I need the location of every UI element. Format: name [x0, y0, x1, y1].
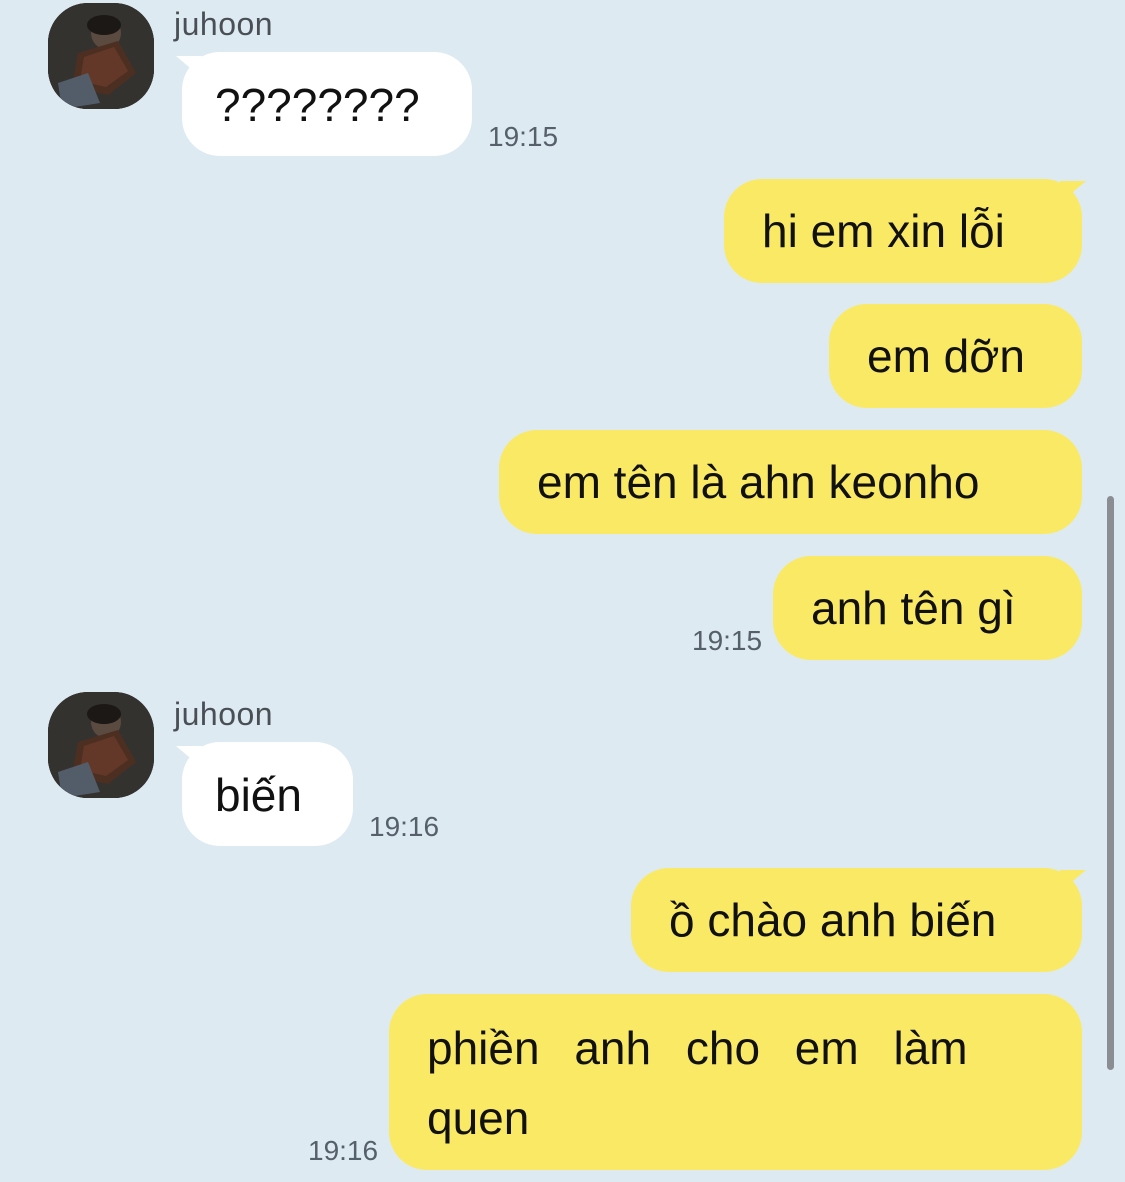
message-timestamp: 19:16: [308, 1135, 379, 1166]
avatar[interactable]: [48, 3, 154, 109]
outgoing-message-bubble[interactable]: em tên là ahn keonho: [499, 430, 1082, 534]
message-text-line: phiền anh cho em làm: [427, 1022, 968, 1074]
avatar-photo: [48, 3, 154, 109]
outgoing-message-bubble[interactable]: ồ chào anh biến: [631, 868, 1082, 972]
avatar[interactable]: [48, 692, 154, 798]
outgoing-message-bubble[interactable]: em dỡn: [829, 304, 1082, 408]
sender-name: juhoon: [174, 6, 274, 42]
message-timestamp: 19:16: [369, 811, 440, 842]
sender-name: juhoon: [174, 696, 274, 732]
message-timestamp: 19:15: [488, 121, 559, 152]
outgoing-message-bubble[interactable]: anh tên gì: [773, 556, 1082, 660]
avatar-photo: [48, 692, 154, 798]
incoming-message-bubble[interactable]: biến: [182, 742, 353, 846]
incoming-message-bubble[interactable]: ????????: [182, 52, 472, 156]
message-timestamp: 19:15: [692, 625, 763, 656]
outgoing-message-bubble[interactable]: hi em xin lỗi: [724, 179, 1082, 283]
message-text-line: quen: [427, 1092, 530, 1144]
outgoing-message-bubble[interactable]: phiền anh cho em làm quen: [389, 994, 1082, 1170]
vertical-scrollbar[interactable]: [1107, 496, 1114, 1070]
